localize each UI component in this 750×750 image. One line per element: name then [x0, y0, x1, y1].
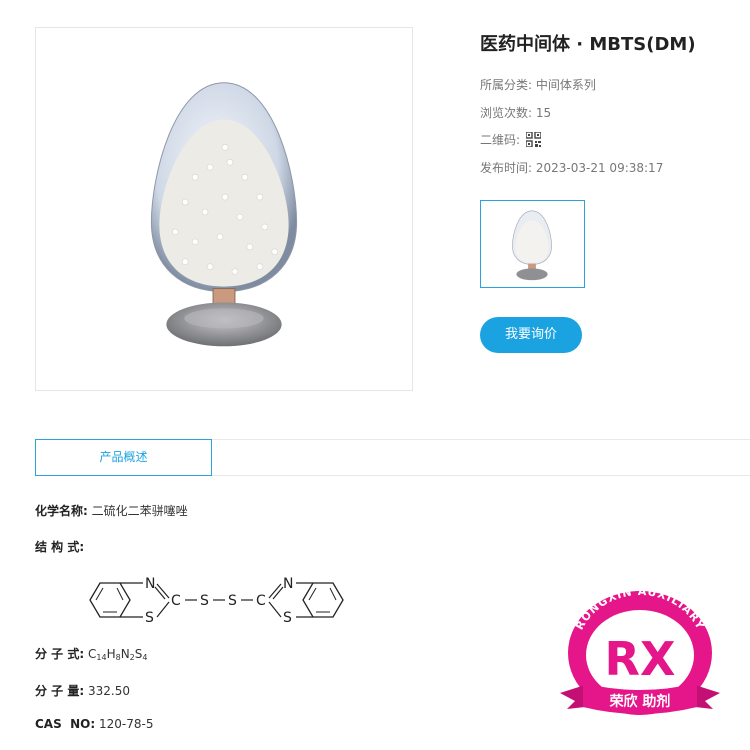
product-photo — [150, 82, 298, 347]
cas-value: 120-78-5 — [98, 717, 154, 731]
right-n-atom: N — [283, 576, 293, 592]
formula-label: 分 子 式: — [35, 647, 85, 661]
meta-category-label: 所属分类: — [480, 78, 533, 92]
right-s-atom: S — [283, 610, 292, 626]
meta-published: 发布时间: 2023-03-21 09:38:17 — [480, 159, 663, 176]
mw-value: 332.50 — [87, 684, 130, 698]
formula-value: C14H8N2S4 — [87, 647, 148, 662]
product-thumbnail[interactable] — [480, 200, 585, 288]
meta-views: 浏览次数: 15 — [480, 104, 551, 121]
right-c-atom: C — [256, 593, 266, 609]
meta-published-label: 发布时间: — [480, 161, 533, 175]
structure-formula-diagram: N S C S S C N S — [89, 576, 344, 626]
thumbnail-photo — [512, 210, 552, 281]
logo-ribbon-text: 荣欣 助剂 — [609, 693, 671, 710]
inquire-button[interactable]: 我要询价 — [480, 317, 582, 353]
meta-qrcode-label: 二维码: — [480, 133, 521, 147]
detail-structure-label: 结 构 式: — [35, 538, 84, 555]
product-main-image — [35, 27, 413, 391]
cas-label: CAS NO — [35, 717, 91, 731]
qr-code-icon[interactable] — [525, 131, 542, 150]
left-n-atom: N — [145, 576, 155, 592]
structure-label: 结 构 式: — [35, 540, 85, 554]
detail-cas: CAS NO: 120-78-5 — [35, 717, 154, 731]
chemical-name-label: 化学名称 — [35, 504, 84, 518]
chemical-name-value: 二硫化二苯骈噻唑 — [91, 504, 188, 518]
meta-views-value: 15 — [535, 106, 552, 120]
left-c-atom: C — [171, 593, 181, 609]
chain-s-atom-2: S — [228, 593, 237, 609]
detail-chemical-name: 化学名称: 二硫化二苯骈噻唑 — [35, 504, 188, 518]
detail-molecular-weight: 分 子 量: 332.50 — [35, 682, 130, 699]
meta-views-label: 浏览次数: — [480, 106, 533, 120]
meta-published-value: 2023-03-21 09:38:17 — [535, 161, 664, 175]
left-s-atom: S — [145, 610, 154, 626]
product-title: 医药中间体 · MBTS(DM) — [480, 34, 696, 55]
meta-category-value[interactable]: 中间体系列 — [536, 78, 596, 92]
logo-mark-rx: RX — [605, 632, 676, 686]
rongxin-logo: RONGXIN AUXILIARY RX 荣欣 助剂 — [560, 585, 720, 715]
chain-s-atom-1: S — [200, 593, 209, 609]
detail-formula: 分 子 式: C14H8N2S4 — [35, 645, 147, 662]
tab-product-overview[interactable]: 产品概述 — [35, 439, 212, 476]
meta-category: 所属分类: 中间体系列 — [480, 76, 596, 93]
mw-label: 分 子 量: — [35, 684, 85, 698]
meta-qrcode: 二维码: — [480, 131, 542, 150]
